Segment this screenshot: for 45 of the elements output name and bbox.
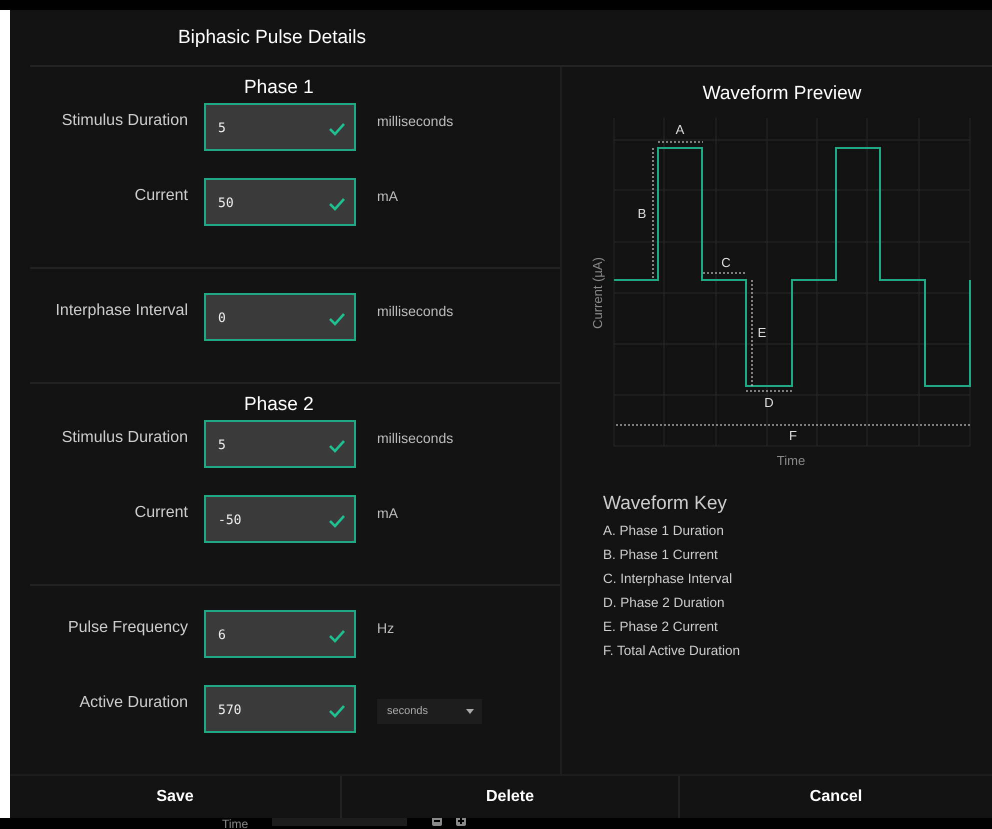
unit-label: milliseconds (377, 302, 454, 319)
field-label: Stimulus Duration (60, 430, 188, 445)
field-label: Stimulus Duration (60, 112, 188, 128)
field-label: Current (134, 504, 188, 520)
preview-title: Waveform Preview (702, 82, 862, 105)
field-label: Current (134, 188, 188, 203)
key-item: A. Phase 1 Duration (603, 522, 725, 540)
marker-label: F (789, 428, 797, 443)
caret-icon (466, 708, 474, 714)
key-item: C. Interphase Interval (603, 570, 734, 588)
key-item: B. Phase 1 Current (603, 546, 719, 564)
dimension-line (703, 272, 746, 274)
field-label: Pulse Frequency (66, 620, 188, 635)
unit-label: mA (377, 504, 399, 521)
section-title: Phase 2 (243, 394, 315, 416)
background-label: Time (222, 818, 248, 829)
section-title: Phase 1 (243, 76, 315, 99)
key-item: F. Total Active Duration (603, 642, 742, 660)
dimension-line (746, 390, 792, 392)
input-field[interactable]: 5 (204, 102, 356, 151)
unit-label: mA (377, 188, 399, 204)
unit-dropdown[interactable]: seconds (377, 698, 482, 724)
field-label: Interphase Interval (54, 302, 188, 318)
input-field[interactable]: 6 (204, 610, 356, 658)
unit-label: milliseconds (377, 430, 454, 446)
unit-label: milliseconds (377, 112, 454, 129)
dimension-line (658, 141, 703, 142)
axis-label: Current (µA) (590, 256, 605, 329)
input-field[interactable]: 50 (204, 178, 356, 226)
dialog-title: Biphasic Pulse Details (177, 26, 367, 50)
marker-label: C (721, 254, 731, 270)
key-item: D. Phase 2 Duration (603, 594, 726, 612)
key-item: E. Phase 2 Current (603, 618, 719, 636)
input-field[interactable]: 570 (204, 684, 356, 733)
marker-label: E (758, 324, 766, 340)
unit-label: Hz (377, 620, 396, 636)
input-field[interactable]: 5 (204, 420, 356, 468)
axis-label: Time (776, 452, 806, 468)
field-label: Active Duration (78, 694, 188, 710)
input-field[interactable]: 0 (204, 292, 356, 341)
marker-label: B (638, 206, 646, 221)
marker-label: A (676, 122, 684, 137)
marker-label: D (764, 394, 774, 410)
key-title: Waveform Key (603, 492, 728, 515)
input-field[interactable]: -50 (204, 494, 356, 543)
